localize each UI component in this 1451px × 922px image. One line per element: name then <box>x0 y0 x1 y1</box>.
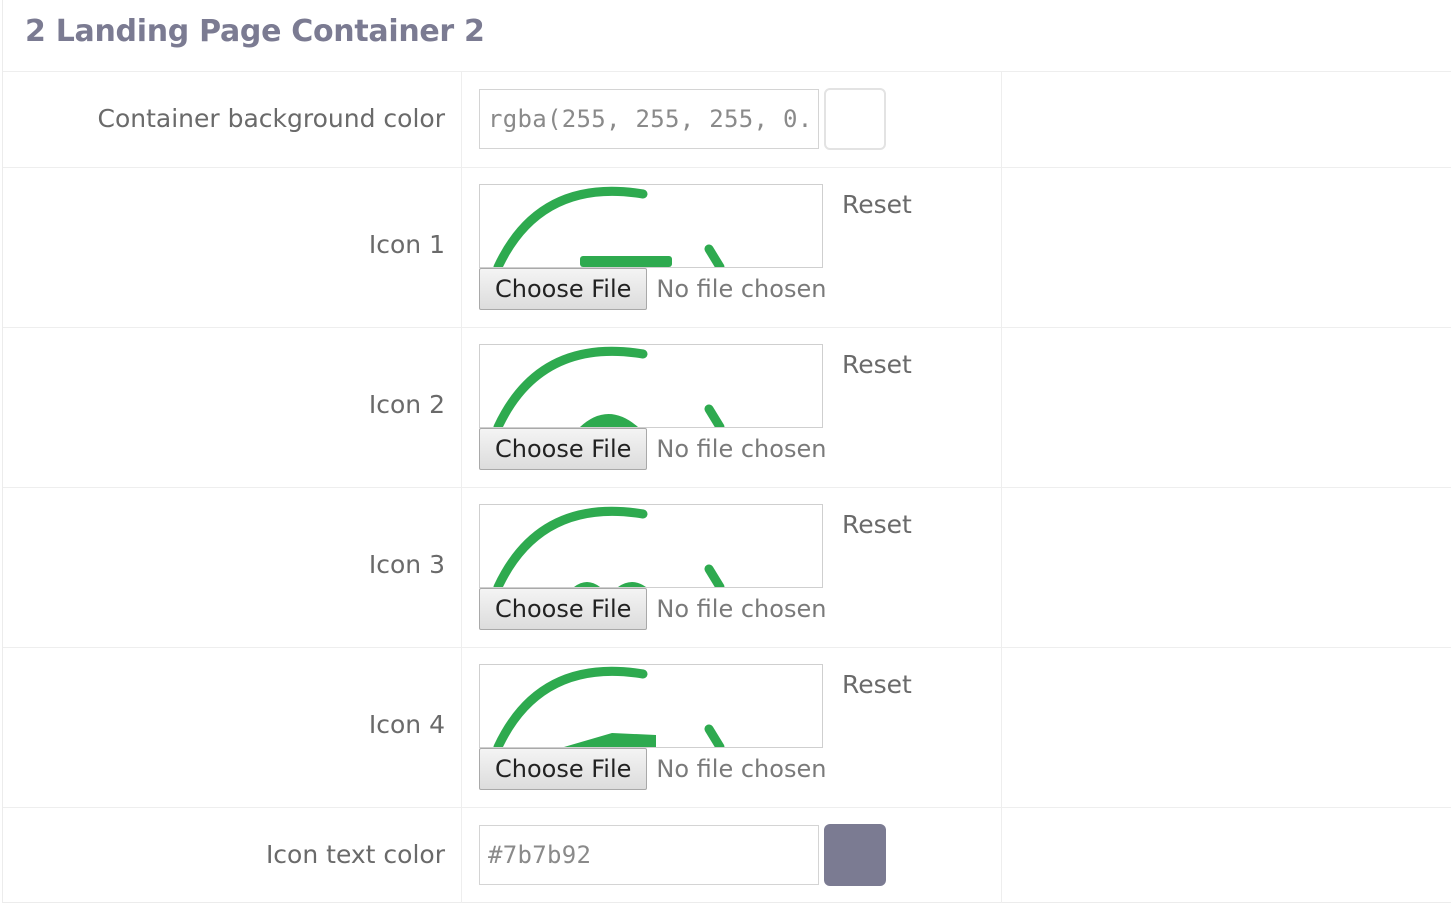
icon-3-image <box>493 506 725 587</box>
control-cell: Reset Choose File No file chosen <box>462 328 1002 487</box>
row-icon-text-color: Icon text color <box>3 807 1451 903</box>
label-cell: Icon 2 <box>3 328 462 487</box>
file-input: Choose File No file chosen <box>479 588 826 630</box>
field-label: Icon 2 <box>368 390 445 419</box>
file-status: No file chosen <box>656 435 827 463</box>
row-container-bg-color: Container background color <box>3 71 1451 167</box>
reset-link[interactable]: Reset <box>842 190 912 219</box>
section-title: 2 Landing Page Container 2 <box>25 14 485 49</box>
icon-4-image <box>493 666 725 747</box>
row-icon-4: Icon 4 Reset Choose File No file chosen <box>3 647 1451 807</box>
icon-preview <box>479 664 823 748</box>
row-icon-2: Icon 2 Reset Choose File No file chosen <box>3 327 1451 487</box>
control-cell <box>462 72 1002 167</box>
file-input: Choose File No file chosen <box>479 748 826 790</box>
bg-color-input[interactable] <box>479 89 819 149</box>
control-cell: Reset Choose File No file chosen <box>462 648 1002 807</box>
settings-panel: 2 Landing Page Container 2 Container bac… <box>2 0 1451 903</box>
label-cell: Icon 3 <box>3 488 462 647</box>
file-status: No file chosen <box>656 275 827 303</box>
control-cell: Reset Choose File No file chosen <box>462 488 1002 647</box>
icon-preview <box>479 504 823 588</box>
label-cell: Icon 1 <box>3 168 462 327</box>
text-color-swatch[interactable] <box>824 824 886 886</box>
control-cell <box>462 808 1002 903</box>
icon-2-image <box>493 346 725 427</box>
field-label: Container background color <box>97 104 446 133</box>
label-cell: Container background color <box>3 72 462 167</box>
field-label: Icon 3 <box>368 550 445 579</box>
file-input: Choose File No file chosen <box>479 268 826 310</box>
label-cell: Icon 4 <box>3 648 462 807</box>
row-icon-1: Icon 1 Reset Choose File No file chosen <box>3 167 1451 327</box>
label-cell: Icon text color <box>3 808 462 903</box>
choose-file-button[interactable]: Choose File <box>479 268 648 310</box>
file-input: Choose File No file chosen <box>479 428 826 470</box>
icon-1-image <box>493 186 725 267</box>
text-color-input[interactable] <box>479 825 819 885</box>
control-cell: Reset Choose File No file chosen <box>462 168 1002 327</box>
bg-color-swatch[interactable] <box>824 88 886 150</box>
field-label: Icon 1 <box>368 230 445 259</box>
file-status: No file chosen <box>656 595 827 623</box>
icon-preview <box>479 344 823 428</box>
choose-file-button[interactable]: Choose File <box>479 428 648 470</box>
reset-link[interactable]: Reset <box>842 670 912 699</box>
file-status: No file chosen <box>656 755 827 783</box>
choose-file-button[interactable]: Choose File <box>479 748 648 790</box>
field-label: Icon text color <box>265 840 445 869</box>
reset-link[interactable]: Reset <box>842 510 912 539</box>
reset-link[interactable]: Reset <box>842 350 912 379</box>
row-icon-3: Icon 3 Reset Choose File No file chosen <box>3 487 1451 647</box>
field-label: Icon 4 <box>368 710 445 739</box>
icon-preview <box>479 184 823 268</box>
choose-file-button[interactable]: Choose File <box>479 588 648 630</box>
